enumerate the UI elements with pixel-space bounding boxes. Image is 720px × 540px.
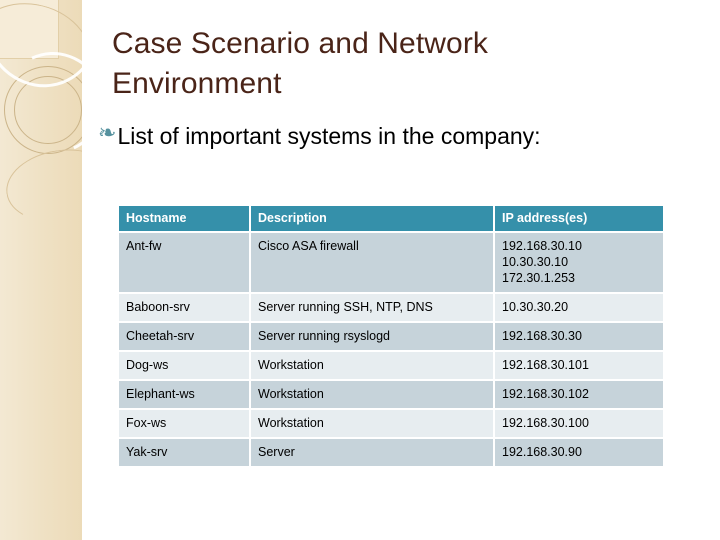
- ip-address-line: 192.168.30.90: [502, 445, 582, 459]
- table-header-row: Hostname Description IP address(es): [119, 206, 663, 231]
- table-row: Baboon-srv Server running SSH, NTP, DNS 10…: [119, 294, 663, 321]
- cell-ip-addresses: 192.168.30.102: [495, 381, 663, 408]
- cell-hostname: Elephant-ws: [119, 381, 249, 408]
- ip-address-line: 192.168.30.101: [502, 358, 589, 372]
- table-row: Dog-ws Workstation 192.168.30.101: [119, 352, 663, 379]
- cell-hostname: Dog-ws: [119, 352, 249, 379]
- cell-hostname: Yak-srv: [119, 439, 249, 466]
- slide-content-area: Case Scenario and Network Environment ❧ …: [82, 0, 720, 540]
- cell-hostname: Cheetah-srv: [119, 323, 249, 350]
- cell-description: Cisco ASA firewall: [251, 233, 493, 292]
- table-header: Hostname Description IP address(es): [119, 206, 663, 231]
- cell-description: Workstation: [251, 410, 493, 437]
- table-row: Ant-fw Cisco ASA firewall 192.168.30.10 10.…: [119, 233, 663, 292]
- systems-table: Hostname Description IP address(es) Ant-…: [117, 204, 665, 468]
- ip-address-line: 172.30.1.253: [502, 271, 575, 285]
- table-row: Fox-ws Workstation 192.168.30.100: [119, 410, 663, 437]
- table-body: Ant-fw Cisco ASA firewall 192.168.30.10 10.…: [119, 233, 663, 466]
- cell-description: Server running SSH, NTP, DNS: [251, 294, 493, 321]
- table-row: Yak-srv Server 192.168.30.90: [119, 439, 663, 466]
- ip-address-line: 192.168.30.10: [502, 239, 582, 253]
- ip-address-line: 192.168.30.100: [502, 416, 589, 430]
- table-row: Elephant-ws Workstation 192.168.30.102: [119, 381, 663, 408]
- cell-description: Workstation: [251, 352, 493, 379]
- column-header-ip-address: IP address(es): [495, 206, 663, 231]
- column-header-hostname: Hostname: [119, 206, 249, 231]
- slide-title: Case Scenario and Network Environment: [112, 27, 489, 100]
- cell-ip-addresses: 192.168.30.30: [495, 323, 663, 350]
- column-header-description: Description: [251, 206, 493, 231]
- ip-address-line: 10.30.30.10: [502, 255, 569, 269]
- cell-ip-addresses: 10.30.30.20: [495, 294, 663, 321]
- systems-table-container: Hostname Description IP address(es) Ant-…: [117, 204, 663, 468]
- floral-bullet-icon: ❧: [98, 121, 117, 146]
- cell-description: Workstation: [251, 381, 493, 408]
- cell-description: Server: [251, 439, 493, 466]
- table-row: Cheetah-srv Server running rsyslogd 192.16…: [119, 323, 663, 350]
- cell-hostname: Ant-fw: [119, 233, 249, 292]
- cell-ip-addresses: 192.168.30.101: [495, 352, 663, 379]
- cell-ip-addresses: 192.168.30.100: [495, 410, 663, 437]
- cell-hostname: Fox-ws: [119, 410, 249, 437]
- decorative-sidebar-band: [0, 0, 82, 540]
- ip-address-line: 192.168.30.30: [502, 329, 582, 343]
- cell-ip-addresses: 192.168.30.90: [495, 439, 663, 466]
- ip-address-line: 192.168.30.102: [502, 387, 589, 401]
- cell-description: Server running rsyslogd: [251, 323, 493, 350]
- ip-address-line: 10.30.30.20: [502, 300, 569, 314]
- bullet-list-item-label: List of important systems in the company…: [117, 123, 541, 149]
- bullet-list-item: ❧ List of important systems in the compa…: [98, 120, 618, 153]
- cell-hostname: Baboon-srv: [119, 294, 249, 321]
- cell-ip-addresses: 192.168.30.10 10.30.30.10 172.30.1.253: [495, 233, 663, 292]
